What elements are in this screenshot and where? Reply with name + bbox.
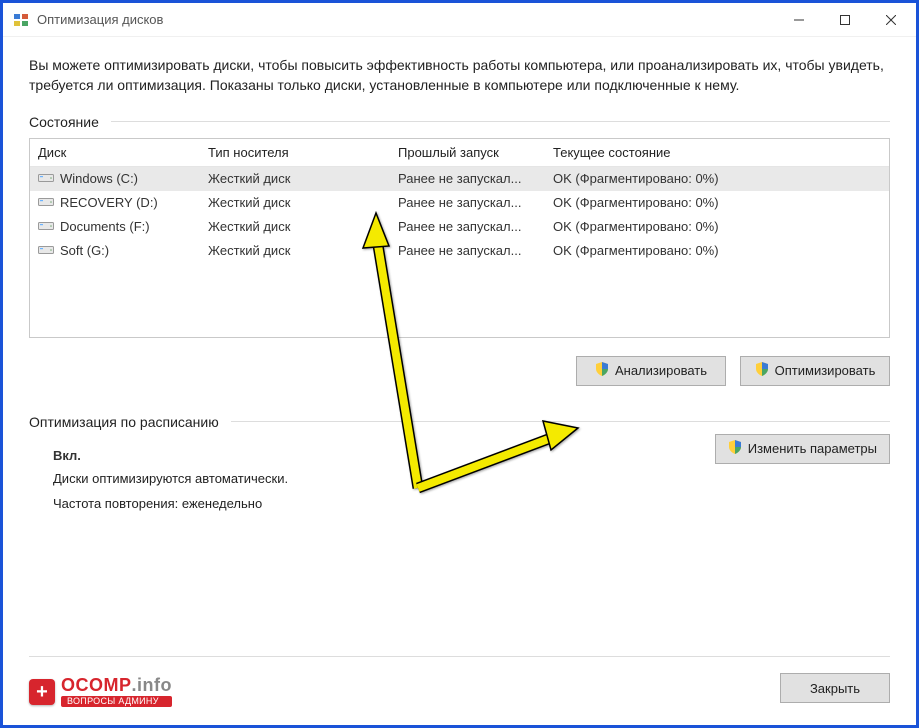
- status-section-header: Состояние: [29, 114, 890, 130]
- table-row[interactable]: Documents (F:) Жесткий дискРанее не запус…: [30, 215, 889, 239]
- media-type: Жесткий диск: [208, 243, 398, 258]
- app-icon: [13, 12, 29, 28]
- branding-logo: + OCOMP.info ВОПРОСЫ АДМИНУ: [29, 676, 172, 707]
- table-row[interactable]: RECOVERY (D:) Жесткий дискРанее не запуск…: [30, 191, 889, 215]
- minimize-button[interactable]: [776, 5, 822, 35]
- disk-name: Windows (C:): [60, 171, 138, 186]
- close-dialog-label: Закрыть: [810, 681, 860, 696]
- maximize-button[interactable]: [822, 5, 868, 35]
- col-media[interactable]: Тип носителя: [208, 145, 398, 160]
- shield-icon: [728, 440, 742, 457]
- media-type: Жесткий диск: [208, 171, 398, 186]
- last-run: Ранее не запускал...: [398, 171, 553, 186]
- logo-sub-text: ВОПРОСЫ АДМИНУ: [61, 696, 172, 707]
- titlebar: Оптимизация дисков: [3, 3, 916, 37]
- disk-icon: [38, 171, 54, 186]
- table-row[interactable]: Soft (G:) Жесткий дискРанее не запускал..…: [30, 239, 889, 263]
- current-status: OK (Фрагментировано: 0%): [553, 243, 881, 258]
- last-run: Ранее не запускал...: [398, 195, 553, 210]
- schedule-section-header: Оптимизация по расписанию: [29, 414, 890, 430]
- shield-icon: [755, 362, 769, 379]
- change-settings-label: Изменить параметры: [748, 441, 877, 456]
- schedule-frequency-text: Частота повторения: еженедельно: [53, 496, 880, 511]
- change-settings-button[interactable]: Изменить параметры: [715, 434, 890, 464]
- close-dialog-button[interactable]: Закрыть: [780, 673, 890, 703]
- logo-main-text: OCOMP: [61, 675, 132, 695]
- optimize-button[interactable]: Оптимизировать: [740, 356, 890, 386]
- logo-suffix-text: .info: [132, 675, 173, 695]
- optimize-drives-window: Оптимизация дисков Вы можете оптимизиров…: [0, 0, 919, 728]
- window-title: Оптимизация дисков: [37, 12, 776, 27]
- optimize-button-label: Оптимизировать: [775, 363, 876, 378]
- disk-icon: [38, 243, 54, 258]
- drives-list[interactable]: Диск Тип носителя Прошлый запуск Текущее…: [29, 138, 890, 338]
- schedule-section-label: Оптимизация по расписанию: [29, 414, 219, 430]
- status-section-label: Состояние: [29, 114, 99, 130]
- col-disk[interactable]: Диск: [38, 145, 208, 160]
- analyze-button[interactable]: Анализировать: [576, 356, 726, 386]
- disk-icon: [38, 195, 54, 210]
- current-status: OK (Фрагментировано: 0%): [553, 219, 881, 234]
- intro-text: Вы можете оптимизировать диски, чтобы по…: [29, 55, 890, 96]
- disk-name: Soft (G:): [60, 243, 109, 258]
- col-status[interactable]: Текущее состояние: [553, 145, 881, 160]
- disk-name: RECOVERY (D:): [60, 195, 158, 210]
- close-button[interactable]: [868, 5, 914, 35]
- shield-icon: [595, 362, 609, 379]
- schedule-block: Изменить параметры Вкл. Диски оптимизиру…: [29, 438, 890, 511]
- current-status: OK (Фрагментировано: 0%): [553, 171, 881, 186]
- last-run: Ранее не запускал...: [398, 243, 553, 258]
- disk-name: Documents (F:): [60, 219, 150, 234]
- analyze-button-label: Анализировать: [615, 363, 707, 378]
- media-type: Жесткий диск: [208, 195, 398, 210]
- table-row[interactable]: Windows (C:) Жесткий дискРанее не запуска…: [30, 167, 889, 191]
- col-lastrun[interactable]: Прошлый запуск: [398, 145, 553, 160]
- current-status: OK (Фрагментировано: 0%): [553, 195, 881, 210]
- logo-badge-icon: +: [29, 679, 55, 705]
- schedule-auto-text: Диски оптимизируются автоматически.: [53, 471, 880, 486]
- drives-list-header: Диск Тип носителя Прошлый запуск Текущее…: [30, 139, 889, 167]
- last-run: Ранее не запускал...: [398, 219, 553, 234]
- disk-icon: [38, 219, 54, 234]
- media-type: Жесткий диск: [208, 219, 398, 234]
